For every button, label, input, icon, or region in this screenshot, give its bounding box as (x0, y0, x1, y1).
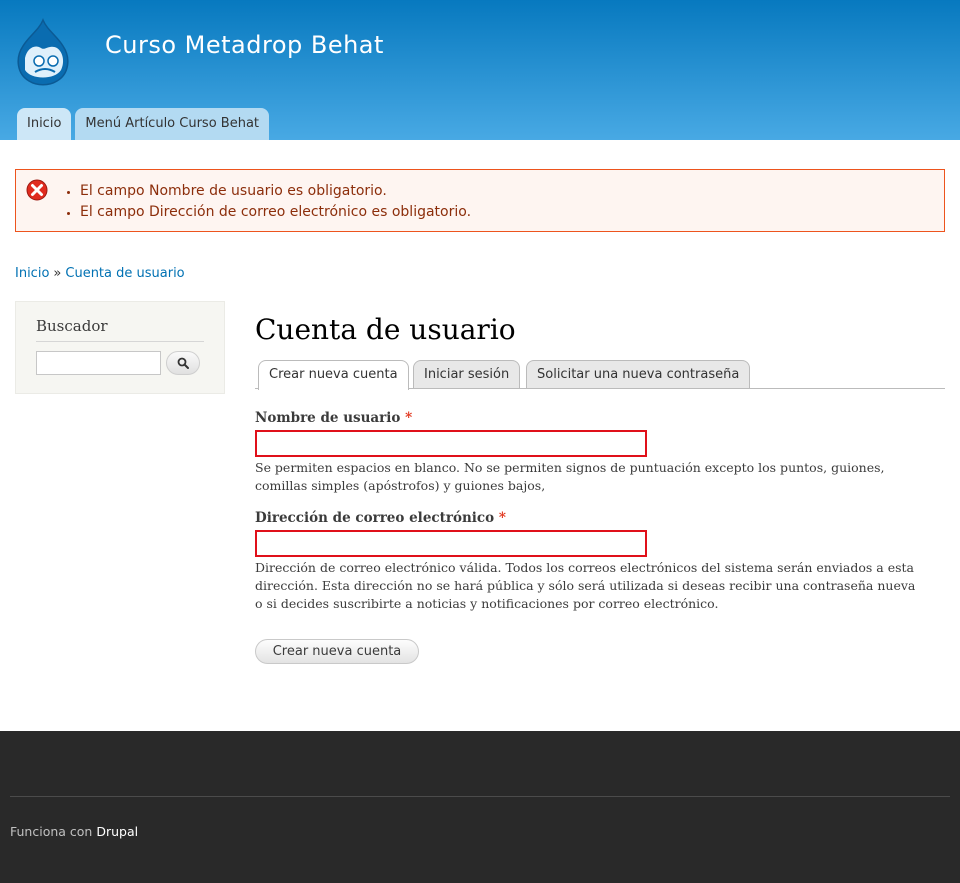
search-icon (177, 357, 189, 369)
username-label-text: Nombre de usuario (255, 410, 401, 426)
email-description: Dirección de correo electrónico válida. … (255, 560, 916, 611)
breadcrumb-current-link[interactable]: Cuenta de usuario (65, 266, 184, 281)
breadcrumb-home-link[interactable]: Inicio (15, 266, 49, 281)
breadcrumb-separator: » (53, 266, 62, 281)
site-name[interactable]: Curso Metadrop Behat (105, 31, 384, 59)
search-block: Buscador (15, 301, 225, 394)
tab-crear-nueva-cuenta[interactable]: Crear nueva cuenta (258, 360, 409, 390)
required-marker: * (498, 510, 506, 526)
error-item: El campo Nombre de usuario es obligatori… (80, 181, 471, 202)
tab-iniciar-sesion[interactable]: Iniciar sesión (413, 360, 521, 388)
breadcrumb: Inicio » Cuenta de usuario (15, 266, 185, 281)
powered-by-text: Funciona con (10, 824, 93, 839)
create-account-button[interactable]: Crear nueva cuenta (255, 639, 419, 664)
error-list: El campo Nombre de usuario es obligatori… (80, 181, 471, 223)
page-title: Cuenta de usuario (255, 313, 516, 346)
drupal-link[interactable]: Drupal (96, 824, 138, 839)
site-header: Curso Metadrop Behat Inicio Menú Artícul… (0, 0, 960, 140)
username-description: Se permiten espacios en blanco. No se pe… (255, 460, 885, 493)
footer-divider (10, 796, 950, 797)
site-footer: Funciona con Drupal (0, 731, 960, 883)
search-button[interactable] (166, 351, 200, 375)
tab-solicitar-contrasena[interactable]: Solicitar una nueva contraseña (526, 360, 751, 388)
email-field[interactable] (255, 530, 647, 557)
menu-item-inicio[interactable]: Inicio (17, 108, 72, 140)
email-label-text: Dirección de correo electrónico (255, 510, 495, 526)
error-icon (26, 179, 48, 201)
email-label: Dirección de correo electrónico * (255, 510, 506, 526)
error-item: El campo Dirección de correo electrónico… (80, 202, 471, 223)
search-input[interactable] (36, 351, 161, 375)
account-tabs: Crear nueva cuenta Iniciar sesión Solici… (255, 360, 945, 390)
search-block-title: Buscador (36, 317, 204, 342)
username-label: Nombre de usuario * (255, 410, 412, 426)
powered-by: Funciona con Drupal (10, 824, 138, 839)
error-messages: El campo Nombre de usuario es obligatori… (15, 169, 945, 232)
main-menu: Inicio Menú Artículo Curso Behat (17, 108, 270, 140)
menu-item-articulo[interactable]: Menú Artículo Curso Behat (75, 108, 270, 140)
drupal-drop-icon[interactable] (13, 18, 73, 86)
required-marker: * (405, 410, 413, 426)
username-field[interactable] (255, 430, 647, 457)
